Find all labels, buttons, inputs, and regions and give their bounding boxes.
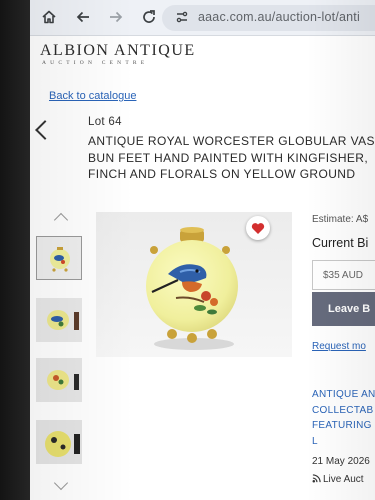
thumbnail-4[interactable] xyxy=(36,420,82,464)
thumbnail-1[interactable] xyxy=(36,236,82,280)
url-bar[interactable]: aaac.com.au/auction-lot/anti xyxy=(162,5,375,31)
forward-arrow-icon[interactable] xyxy=(107,9,125,27)
live-auction-label: Live Auct xyxy=(312,474,364,485)
lot-number: Lot 64 xyxy=(88,116,122,128)
thumbnail-3[interactable] xyxy=(36,358,82,402)
site-logo-name[interactable]: ALBION ANTIQUE xyxy=(40,42,196,60)
home-icon[interactable] xyxy=(40,9,58,27)
auction-title-link[interactable]: ANTIQUE AN COLLECTAB FEATURING ITEMS, 60… xyxy=(312,387,375,449)
browser-screen: aaac.com.au/auction-lot/anti ALBION ANTI… xyxy=(30,0,375,500)
previous-lot-icon[interactable] xyxy=(35,120,55,140)
browser-toolbar: aaac.com.au/auction-lot/anti xyxy=(30,0,375,36)
back-to-catalogue-link[interactable]: Back to catalogue xyxy=(49,90,136,102)
live-auction-text: Live Auct xyxy=(323,474,364,485)
back-arrow-icon[interactable] xyxy=(74,9,92,27)
site-info-icon[interactable] xyxy=(174,10,190,26)
reload-icon[interactable] xyxy=(140,9,158,27)
auction-date: 21 May 2026 xyxy=(312,456,370,467)
estimate-label: Estimate: A$ xyxy=(312,214,369,225)
lot-title: ANTIQUE ROYAL WORCESTER GLOBULAR VASE BU… xyxy=(88,134,375,181)
bid-amount-field[interactable]: $35 AUD xyxy=(312,260,375,290)
favorite-heart-icon[interactable] xyxy=(246,216,270,240)
url-text[interactable]: aaac.com.au/auction-lot/anti xyxy=(198,10,360,24)
device-bezel xyxy=(0,0,30,500)
bid-amount-value: $35 AUD xyxy=(323,270,364,281)
thumbnails-up-icon[interactable] xyxy=(53,212,69,228)
current-bid-label: Current Bi xyxy=(312,236,369,250)
leave-bid-button[interactable]: Leave B xyxy=(312,292,375,326)
request-more-info-link[interactable]: Request mo xyxy=(312,341,366,352)
live-feed-icon xyxy=(312,474,321,483)
site-logo-subtitle: AUCTION CENTRE xyxy=(42,60,149,66)
thumbnail-2[interactable] xyxy=(36,298,82,342)
thumbnails-down-icon[interactable] xyxy=(53,475,69,491)
